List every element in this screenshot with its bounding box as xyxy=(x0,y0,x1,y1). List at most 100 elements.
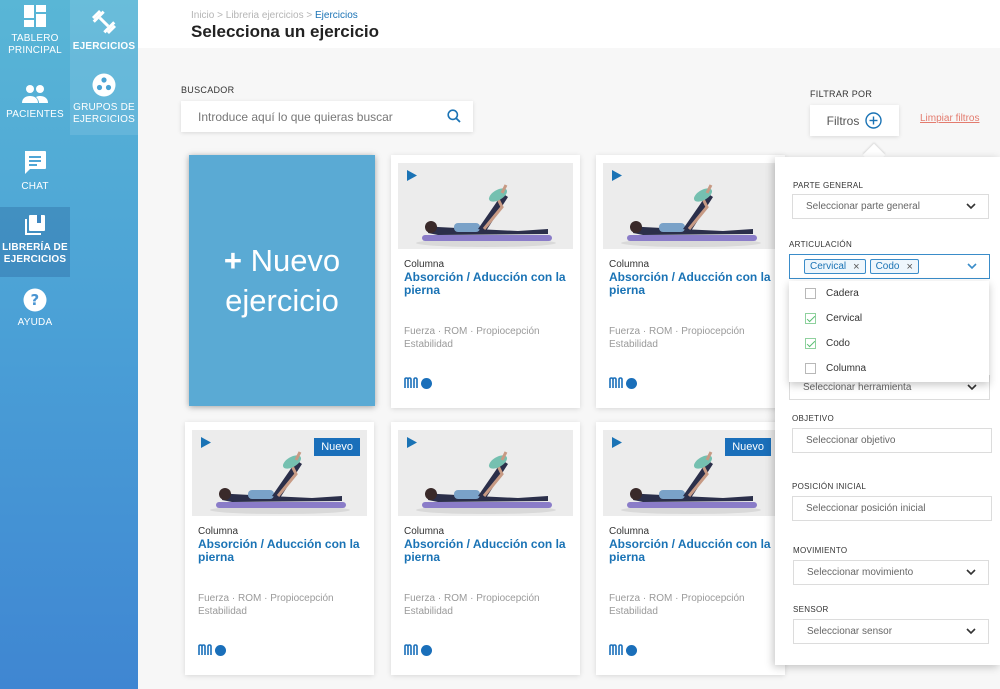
nav-grupos-ejercicios[interactable]: GRUPOS DE EJERCICIOS xyxy=(70,73,138,126)
exercise-name[interactable]: Absorción / Aducción con la pierna xyxy=(404,538,569,564)
sidebar: TABLERO PRINCIPAL PACIENTES CHAT LIBRERÍ… xyxy=(0,0,138,689)
new-badge: Nuevo xyxy=(725,438,771,456)
sensor-select[interactable]: Seleccionar sensor xyxy=(793,619,989,644)
nav-ayuda[interactable]: ? AYUDA xyxy=(0,288,70,329)
sensor-m-icon xyxy=(404,644,418,655)
exercise-thumbnail[interactable] xyxy=(398,430,573,516)
parte-general-select[interactable]: Seleccionar parte general xyxy=(792,194,989,219)
exercise-category: Columna xyxy=(404,526,445,537)
new-card-line2: ejercicio xyxy=(225,282,339,318)
exercise-category: Columna xyxy=(609,259,650,270)
filters-button[interactable]: Filtros xyxy=(810,105,899,136)
sensor-dot-icon xyxy=(215,644,226,656)
exercise-tags-line1: Fuerza · ROM · Propiocepción xyxy=(609,326,745,337)
search-icon[interactable] xyxy=(447,109,461,123)
nav-libreria-ejercicios[interactable]: LIBRERÍA DE EJERCICIOS xyxy=(0,207,70,277)
dashboard-icon xyxy=(24,5,46,27)
exercise-name[interactable]: Absorción / Aducción con la pierna xyxy=(609,271,774,297)
option-cadera[interactable]: Cadera xyxy=(805,288,859,299)
plus-icon: + xyxy=(223,242,242,278)
exercise-thumbnail[interactable]: Nuevo xyxy=(192,430,367,516)
nav-ejercicios[interactable]: EJERCICIOS xyxy=(70,8,138,53)
svg-text:?: ? xyxy=(31,291,40,309)
sensor-indicators xyxy=(198,644,226,656)
nav-label: TABLERO PRINCIPAL xyxy=(8,33,62,56)
exercise-card[interactable]: Columna Absorción / Aducción con la pier… xyxy=(391,155,580,408)
option-label: Columna xyxy=(826,363,867,374)
close-icon[interactable]: × xyxy=(853,261,859,272)
exercise-illustration xyxy=(398,163,573,249)
breadcrumb: Inicio > Libreria ejercicios > Ejercicio… xyxy=(191,10,358,21)
nav-label: AYUDA xyxy=(17,317,53,328)
sensor-dot-icon xyxy=(421,377,432,389)
objetivo-label: OBJETIVO xyxy=(792,414,834,423)
exercise-name[interactable]: Absorción / Aducción con la pierna xyxy=(404,271,569,297)
nav-label: LIBRERÍA DE EJERCICIOS xyxy=(2,242,68,265)
play-icon[interactable] xyxy=(407,437,417,448)
exercise-name[interactable]: Absorción / Aducción con la pierna xyxy=(609,538,774,564)
people-icon xyxy=(22,85,48,103)
exercise-illustration xyxy=(398,430,573,516)
posicion-inicial-label: POSICIÓN INICIAL xyxy=(792,482,867,491)
exercise-tags-line1: Fuerza · ROM · Propiocepción xyxy=(198,593,334,604)
search-box xyxy=(181,101,473,132)
close-icon[interactable]: × xyxy=(906,261,912,272)
page-title: Selecciona un ejercicio xyxy=(191,22,380,41)
breadcrumb-inicio[interactable]: Inicio xyxy=(191,10,214,21)
play-icon[interactable] xyxy=(612,170,622,181)
exercise-name[interactable]: Absorción / Aducción con la pierna xyxy=(198,538,363,564)
exercise-thumbnail[interactable] xyxy=(398,163,573,249)
exercise-card[interactable]: Columna Absorción / Aducción con la pier… xyxy=(391,422,580,675)
sensor-indicators xyxy=(609,644,637,656)
checkbox[interactable] xyxy=(805,288,816,299)
sensor-dot-icon xyxy=(626,377,637,389)
exercise-card[interactable]: Nuevo Columna Absorción / Aducción con l… xyxy=(185,422,374,675)
exercise-category: Columna xyxy=(609,526,650,537)
nav-tablero-principal[interactable]: TABLERO PRINCIPAL xyxy=(0,4,70,57)
chevron-down-icon xyxy=(966,628,976,635)
play-icon[interactable] xyxy=(201,437,211,448)
breadcrumb-libreria[interactable]: Libreria ejercicios xyxy=(226,10,304,21)
exercise-tags: Fuerza · ROM · Propiocepción Estabilidad xyxy=(609,325,774,351)
chip-label: Cervical xyxy=(810,261,847,272)
play-icon[interactable] xyxy=(612,437,622,448)
exercise-thumbnail[interactable] xyxy=(603,163,778,249)
play-icon[interactable] xyxy=(407,170,417,181)
option-codo[interactable]: Codo xyxy=(805,338,850,349)
posicion-inicial-select[interactable]: Seleccionar posición inicial xyxy=(792,496,992,521)
search-input[interactable] xyxy=(198,109,428,124)
posicion-inicial-value: Seleccionar posición inicial xyxy=(806,503,926,514)
page-header: Inicio > Libreria ejercicios > Ejercicio… xyxy=(138,0,1000,48)
articulacion-dropdown: Cadera Cervical Codo Columna xyxy=(789,281,989,382)
dumbbell-icon xyxy=(91,9,117,35)
exercise-card[interactable]: Columna Absorción / Aducción con la pier… xyxy=(596,155,785,408)
option-cervical[interactable]: Cervical xyxy=(805,313,862,324)
option-label: Codo xyxy=(826,338,850,349)
nav-pacientes[interactable]: PACIENTES xyxy=(0,84,70,121)
articulacion-select[interactable]: Cervical × Codo × xyxy=(789,254,990,279)
option-columna[interactable]: Columna xyxy=(805,363,866,374)
checkbox[interactable] xyxy=(805,363,816,374)
new-card-line1: Nuevo xyxy=(250,242,341,278)
exercise-tags-line2: Estabilidad xyxy=(198,606,247,617)
nav-chat[interactable]: CHAT xyxy=(0,150,70,193)
search-label: BUSCADOR xyxy=(181,85,235,95)
objetivo-select[interactable]: Seleccionar objetivo xyxy=(792,428,992,453)
nav-label: CHAT xyxy=(21,181,49,192)
new-exercise-card[interactable]: + Nuevo ejercicio xyxy=(189,155,375,406)
checkbox[interactable] xyxy=(805,313,816,324)
exercise-thumbnail[interactable]: Nuevo xyxy=(603,430,778,516)
sensor-m-icon xyxy=(198,644,212,655)
exercise-card[interactable]: Nuevo Columna Absorción / Aducción con l… xyxy=(596,422,785,675)
parte-general-value: Seleccionar parte general xyxy=(806,201,920,212)
exercise-illustration xyxy=(603,163,778,249)
sensor-m-icon xyxy=(609,644,623,655)
checkbox[interactable] xyxy=(805,338,816,349)
exercise-tags: Fuerza · ROM · Propiocepción Estabilidad xyxy=(198,592,363,618)
filter-panel xyxy=(775,157,1000,665)
clear-filters-link[interactable]: Limpiar filtros xyxy=(920,113,979,124)
movimiento-label: MOVIMIENTO xyxy=(793,546,848,555)
sensor-m-icon xyxy=(609,377,623,388)
movimiento-select[interactable]: Seleccionar movimiento xyxy=(793,560,989,585)
exercise-category: Columna xyxy=(198,526,239,537)
